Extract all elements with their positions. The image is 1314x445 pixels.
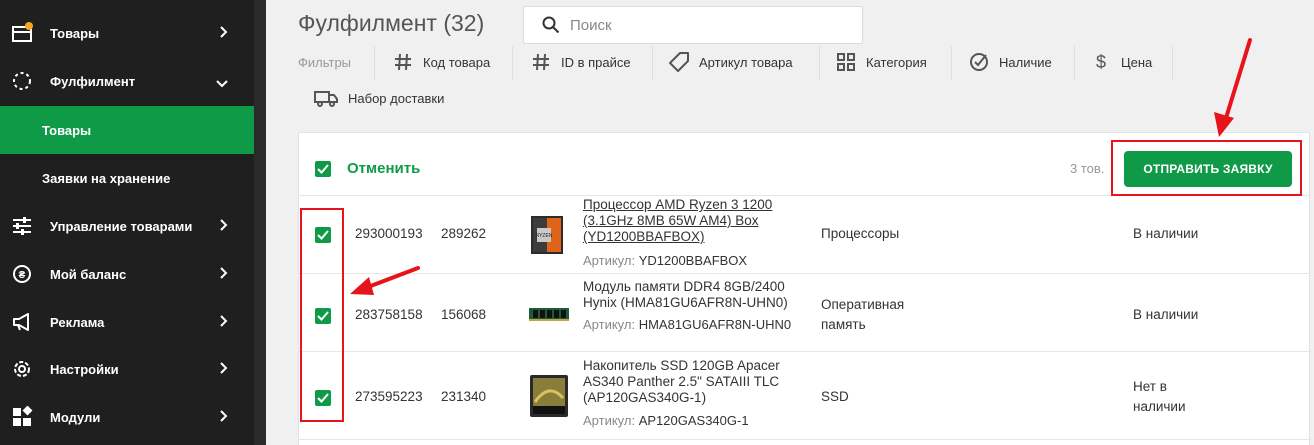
annotation-arrow (1214, 38, 1252, 137)
annotation-arrows (350, 38, 1252, 295)
annotation-arrow (350, 266, 420, 295)
